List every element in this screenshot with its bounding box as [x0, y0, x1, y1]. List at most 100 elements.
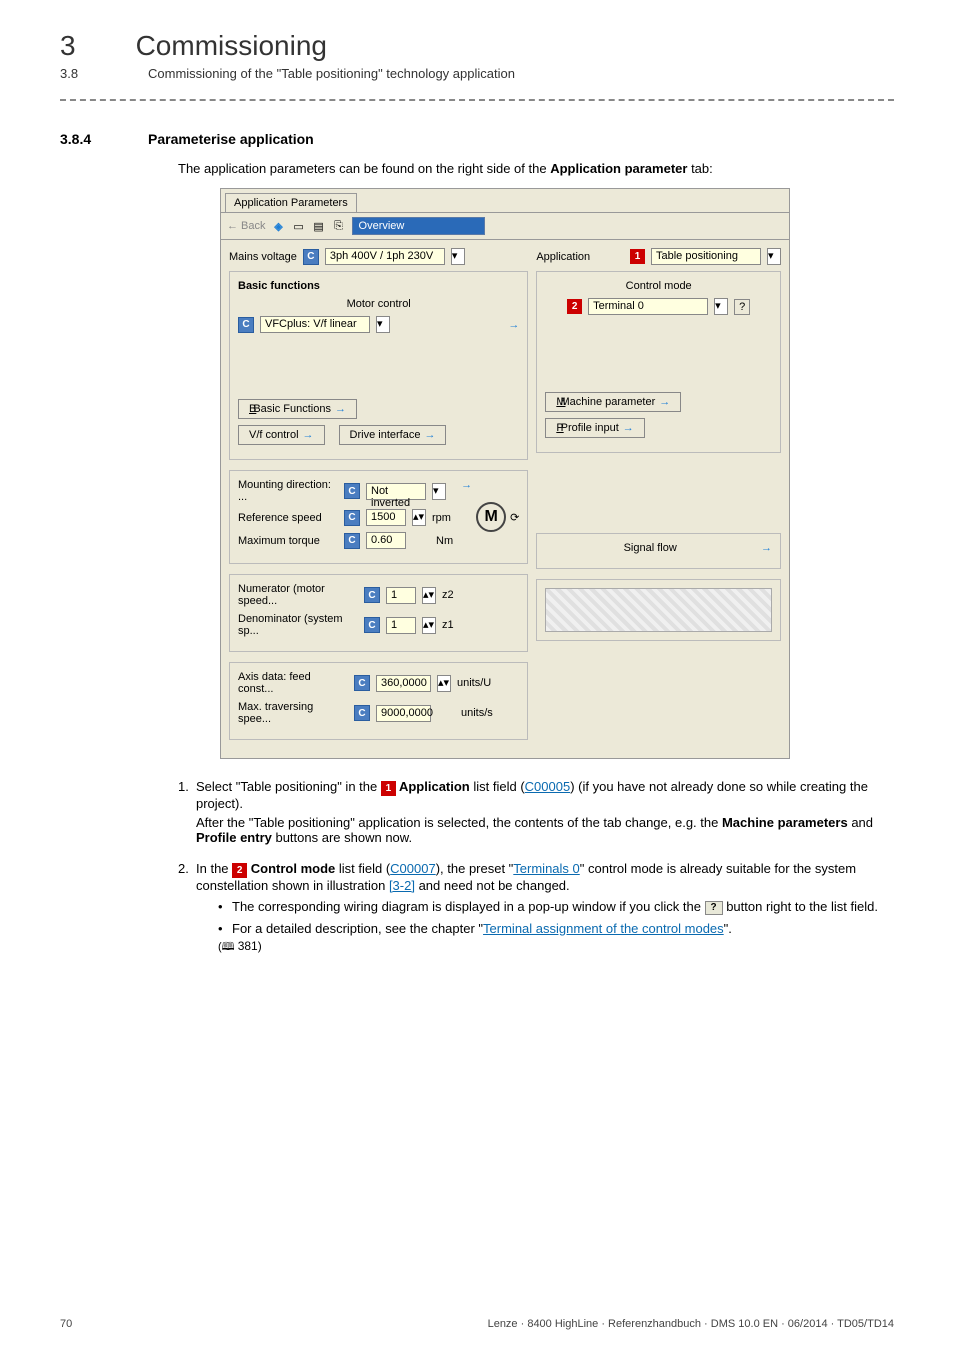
text: )	[258, 939, 262, 953]
step-2: 2. In the 2 Control mode list field (C00…	[178, 861, 894, 957]
spinner-icon[interactable]: ▴▾	[422, 587, 436, 604]
arrow-icon: →	[424, 429, 435, 441]
application-value[interactable]: Table positioning	[651, 248, 761, 265]
arrow-icon: →	[335, 403, 346, 415]
overview-dropdown[interactable]: Overview	[352, 217, 486, 235]
traverse-value[interactable]: 9000,0000	[376, 705, 431, 722]
link-c00005[interactable]: C00005	[525, 779, 571, 794]
subsection-header: 3.8 Commissioning of the "Table position…	[60, 66, 894, 81]
c-button[interactable]: C	[344, 510, 360, 526]
link-terminals0[interactable]: Terminals 0	[513, 861, 579, 876]
section-header: 3.8.4 Parameterise application	[60, 131, 894, 147]
intro-suffix: tab:	[687, 161, 712, 176]
machine-param-button[interactable]: MMachine parameter→	[545, 392, 681, 412]
nav-icon[interactable]: ⎘	[332, 219, 346, 233]
machine-param-label: Machine parameter	[561, 396, 656, 408]
app-screenshot: Application Parameters ← Back ◈ ▭ ▤ ⎘ Ov…	[220, 188, 790, 759]
numerator-label: Numerator (motor speed...	[238, 583, 358, 607]
spinner-icon[interactable]: ▴▾	[437, 675, 451, 692]
chapter-header: 3 Commissioning	[60, 30, 894, 62]
dropdown-icon[interactable]: ▾	[767, 248, 781, 265]
page-reference: (🕮 381)	[218, 938, 894, 957]
traverse-label: Max. traversing spee...	[238, 701, 348, 725]
motor-control-dropdown-icon[interactable]: ▾	[376, 316, 390, 333]
spinner-icon[interactable]: ▴▾	[412, 509, 426, 526]
nav-icon[interactable]: ▤	[312, 219, 326, 233]
text: ".	[724, 921, 732, 936]
help-button[interactable]: ?	[734, 299, 750, 315]
mains-value[interactable]: 3ph 400V / 1ph 230V	[325, 248, 445, 265]
nav-icon[interactable]: ▭	[292, 219, 306, 233]
footer-meta: Lenze · 8400 HighLine · Referenzhandbuch…	[488, 1318, 894, 1330]
signal-flow-label: Signal flow	[545, 542, 755, 554]
arrow-icon: →	[659, 396, 670, 408]
dropdown-icon[interactable]: ▾	[432, 483, 446, 500]
bullet-icon: •	[218, 921, 232, 936]
c-button[interactable]: C	[354, 705, 370, 721]
text-bold: Machine parameters	[722, 815, 848, 830]
c-button[interactable]: C	[354, 675, 370, 691]
vf-control-button[interactable]: V/f control→	[238, 425, 325, 445]
drive-interface-label: Drive interface	[350, 429, 421, 441]
motor-control-label: Motor control	[347, 298, 411, 310]
c-button[interactable]: C	[364, 587, 380, 603]
spinner-icon[interactable]: ▴▾	[422, 617, 436, 634]
dropdown-icon[interactable]: ▾	[714, 298, 728, 315]
arrow-icon: →	[623, 422, 634, 434]
maxtorque-value[interactable]: 0.60	[366, 532, 406, 549]
chapter-title: Commissioning	[136, 30, 327, 62]
text: Select "Table positioning" in the	[196, 779, 381, 794]
traverse-unit: units/s	[461, 707, 493, 719]
refspeed-value[interactable]: 1500	[366, 509, 406, 526]
c-button[interactable]: C	[364, 617, 380, 633]
drive-interface-button[interactable]: Drive interface→	[339, 425, 447, 445]
bullet-2: • For a detailed description, see the ch…	[218, 921, 894, 936]
vf-control-label: V/f control	[249, 429, 299, 441]
c-button[interactable]: C	[344, 533, 360, 549]
denominator-value[interactable]: 1	[386, 617, 416, 634]
diagram-icon	[545, 588, 772, 632]
c-button[interactable]: C	[238, 317, 254, 333]
numerator-gear: z2	[442, 589, 454, 601]
text: After the "Table positioning" applicatio…	[196, 815, 722, 830]
profile-input-label: Profile input	[561, 422, 619, 434]
motor-rotation-icon: ⟳	[510, 511, 519, 524]
link-c00007[interactable]: C00007	[390, 861, 436, 876]
book-icon: (🕮	[218, 941, 238, 953]
step-number: 1.	[178, 779, 196, 849]
intro-text: The application parameters can be found …	[178, 161, 894, 176]
denominator-label: Denominator (system sp...	[238, 613, 358, 637]
motor-control-value[interactable]: VFCplus: V/f linear	[260, 316, 370, 333]
nav-icon[interactable]: ◈	[272, 219, 286, 233]
text: The corresponding wiring diagram is disp…	[232, 899, 705, 914]
text: and need not be changed.	[415, 878, 570, 893]
text-bold: Application	[396, 779, 470, 794]
text: button right to the list field.	[723, 899, 878, 914]
arrow-icon[interactable]: →	[761, 542, 772, 554]
c-button[interactable]: C	[344, 483, 360, 499]
link-terminal-assignment[interactable]: Terminal assignment of the control modes	[483, 921, 724, 936]
back-button[interactable]: ← Back	[227, 220, 266, 232]
left-column: Mains voltage C 3ph 400V / 1ph 230V ▾ Ba…	[229, 248, 528, 750]
mains-dropdown-icon[interactable]: ▾	[451, 248, 465, 265]
link-illustration[interactable]: [3-2]	[389, 878, 415, 893]
refspeed-label: Reference speed	[238, 512, 338, 524]
basic-functions-button[interactable]: BBasic Functions→	[238, 399, 357, 419]
motor-icon: M	[476, 502, 506, 532]
signal-flow-group: Signal flow →	[536, 533, 781, 569]
chapter-number: 3	[60, 30, 76, 62]
profile-input-button[interactable]: PProfile input→	[545, 418, 644, 438]
maxtorque-unit: Nm	[436, 535, 453, 547]
divider	[60, 99, 894, 101]
maxtorque-label: Maximum torque	[238, 535, 338, 547]
right-column: Application 1 Table positioning ▾ Contro…	[536, 248, 781, 750]
feed-unit: units/U	[457, 677, 491, 689]
text: list field (	[335, 861, 390, 876]
page-number: 381	[238, 939, 258, 953]
numerator-value[interactable]: 1	[386, 587, 416, 604]
feed-value[interactable]: 360,0000	[376, 675, 431, 692]
tab-app-params[interactable]: Application Parameters	[225, 193, 357, 212]
mounting-value[interactable]: Not inverted	[366, 483, 426, 500]
control-mode-value[interactable]: Terminal 0	[588, 298, 708, 315]
c-button[interactable]: C	[303, 249, 319, 265]
